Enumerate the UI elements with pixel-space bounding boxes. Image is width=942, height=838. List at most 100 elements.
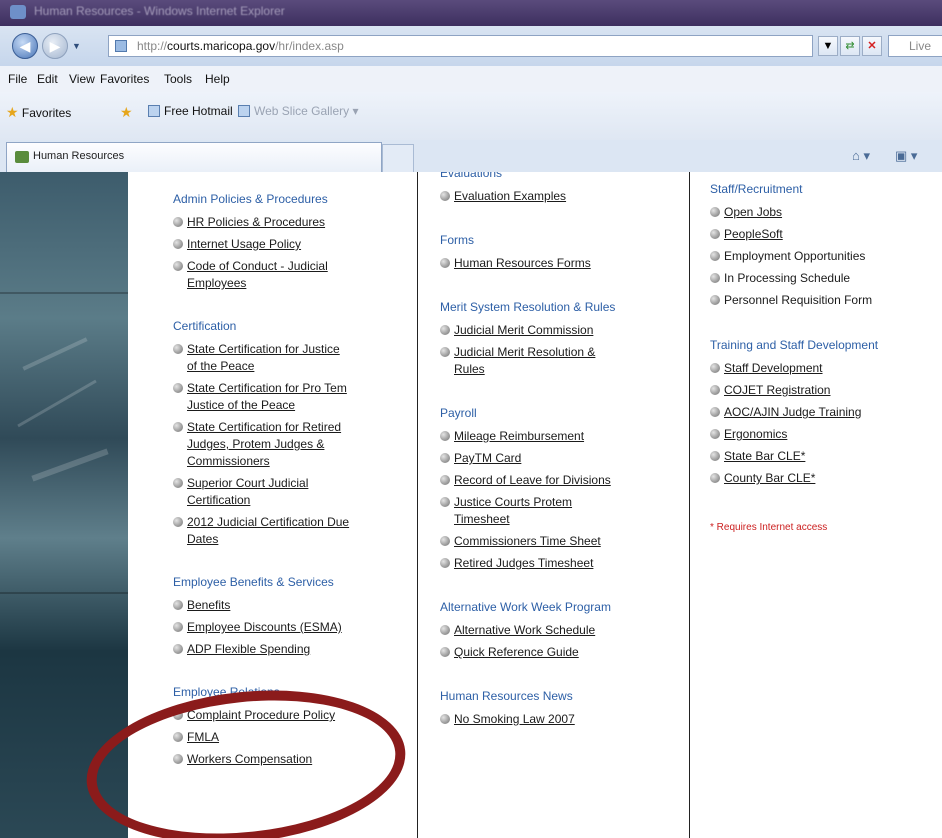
link-judicial-merit-resolution-rules[interactable]: Judicial Merit Resolution & Rules <box>440 344 595 378</box>
bullet-icon <box>710 451 720 461</box>
favorites-button[interactable]: ★ Favorites <box>6 104 71 121</box>
bullet-icon <box>710 207 720 217</box>
link-hr-policies-procedures[interactable]: HR Policies & Procedures <box>173 214 325 231</box>
section-heading-forms: Forms <box>440 233 474 247</box>
list-item-personnel-requisition-form: Personnel Requisition Form <box>710 292 872 309</box>
tab-favicon-icon <box>15 151 29 163</box>
link-2012-judicial-certification-due-dates[interactable]: 2012 Judicial Certification Due Dates <box>173 514 349 548</box>
link-judicial-merit-commission[interactable]: Judicial Merit Commission <box>440 322 593 339</box>
new-tab-button[interactable] <box>382 144 414 172</box>
menu-edit[interactable]: Edit <box>37 72 58 86</box>
link-justice-courts-protem-timesheet[interactable]: Justice Courts Protem Timesheet <box>440 494 572 528</box>
page-content: Admin Policies & Procedures HR Policies &… <box>0 172 942 838</box>
link-human-resources-forms[interactable]: Human Resources Forms <box>440 255 591 272</box>
recent-pages-dropdown-icon[interactable]: ▼ <box>72 41 81 51</box>
bullet-icon <box>710 295 720 305</box>
bullet-icon <box>440 558 450 568</box>
link-retired-judges-timesheet[interactable]: Retired Judges Timesheet <box>440 555 593 572</box>
tab-human-resources[interactable]: Human Resources <box>6 142 382 172</box>
tab-row: Human Resources ⌂ ▾ ▣ ▾ <box>0 140 942 173</box>
menu-favorites[interactable]: Favorites <box>100 72 149 86</box>
link-aoc-ajin-judge-training[interactable]: AOC/AJIN Judge Training <box>710 404 861 421</box>
window-title: Human Resources - Windows Internet Explo… <box>34 4 285 18</box>
link-paytm-card[interactable]: PayTM Card <box>440 450 521 467</box>
bullet-icon <box>440 325 450 335</box>
browser-window: Human Resources - Windows Internet Explo… <box>0 0 942 838</box>
link-internet-usage-policy[interactable]: Internet Usage Policy <box>173 236 301 253</box>
page-icon <box>148 105 160 117</box>
bullet-icon <box>173 644 183 654</box>
bullet-icon <box>440 258 450 268</box>
highlight-circle <box>79 675 413 838</box>
link-cojet-registration[interactable]: COJET Registration <box>710 382 830 399</box>
link-benefits[interactable]: Benefits <box>173 597 230 614</box>
page-icon <box>238 105 250 117</box>
link-staff-development[interactable]: Staff Development <box>710 360 823 377</box>
bullet-icon <box>173 600 183 610</box>
bullet-icon <box>173 478 183 488</box>
link-adp-flexible-spending[interactable]: ADP Flexible Spending <box>173 641 310 658</box>
feeds-icon[interactable]: ▣ ▾ <box>895 148 917 164</box>
forward-button[interactable]: ▶ <box>42 33 68 59</box>
link-superior-court-judicial-certification[interactable]: Superior Court Judicial Certification <box>173 475 308 509</box>
link-state-certification-for-retired-judges-protem-judges-commissioners[interactable]: State Certification for Retired Judges, P… <box>173 419 341 470</box>
link-state-certification-for-justice-of-the-peace[interactable]: State Certification for Justice of the Pe… <box>173 341 340 375</box>
column-divider <box>417 172 418 838</box>
favorites-star-icon: ★ <box>6 104 19 120</box>
link-alternative-work-schedule[interactable]: Alternative Work Schedule <box>440 622 595 639</box>
bullet-icon <box>440 647 450 657</box>
bullet-icon <box>710 229 720 239</box>
bullet-icon <box>440 497 450 507</box>
column-divider <box>689 172 690 838</box>
list-item-in-processing-schedule: In Processing Schedule <box>710 270 850 287</box>
url-dropdown-icon[interactable]: ▼ <box>818 36 838 56</box>
link-open-jobs[interactable]: Open Jobs <box>710 204 782 221</box>
bullet-icon <box>173 383 183 393</box>
list-item-employment-opportunities: Employment Opportunities <box>710 248 865 265</box>
url-input[interactable]: http://courts.maricopa.gov/hr/index.asp <box>108 35 813 57</box>
internet-access-note: * Requires Internet access <box>710 522 828 533</box>
bullet-icon <box>710 385 720 395</box>
section-heading-merit-system-resolution-rules: Merit System Resolution & Rules <box>440 300 616 314</box>
link-commissioners-time-sheet[interactable]: Commissioners Time Sheet <box>440 533 601 550</box>
menu-file[interactable]: File <box>8 72 27 86</box>
refresh-icon[interactable]: ⇄ <box>840 36 860 56</box>
section-heading-human-resources-news: Human Resources News <box>440 689 573 703</box>
free-hotmail-link[interactable]: Free Hotmail <box>148 104 233 118</box>
menu-help[interactable]: Help <box>205 72 230 86</box>
section-heading-evaluations: Evaluations <box>440 172 503 180</box>
menu-tools[interactable]: Tools <box>164 72 192 86</box>
link-state-bar-cle[interactable]: State Bar CLE* <box>710 448 805 465</box>
ie-logo-icon <box>10 5 26 19</box>
link-record-of-leave-for-divisions[interactable]: Record of Leave for Divisions <box>440 472 611 489</box>
bullet-icon <box>440 347 450 357</box>
bullet-icon <box>440 431 450 441</box>
home-icon[interactable]: ⌂ ▾ <box>852 148 870 164</box>
bullet-icon <box>173 261 183 271</box>
bullet-icon <box>173 217 183 227</box>
link-peoplesoft[interactable]: PeopleSoft <box>710 226 783 243</box>
link-employee-discounts-esma[interactable]: Employee Discounts (ESMA) <box>173 619 342 636</box>
link-mileage-reimbursement[interactable]: Mileage Reimbursement <box>440 428 584 445</box>
section-heading-training-and-staff-development: Training and Staff Development <box>710 338 879 352</box>
link-no-smoking-law-2007[interactable]: No Smoking Law 2007 <box>440 711 575 728</box>
bullet-icon <box>440 453 450 463</box>
link-evaluation-examples[interactable]: Evaluation Examples <box>440 188 566 205</box>
web-slice-gallery-link[interactable]: Web Slice Gallery ▾ <box>238 104 359 118</box>
link-state-certification-for-pro-tem-justice-of-the-peace[interactable]: State Certification for Pro Tem Justice o… <box>173 380 347 414</box>
link-ergonomics[interactable]: Ergonomics <box>710 426 787 443</box>
link-county-bar-cle[interactable]: County Bar CLE* <box>710 470 815 487</box>
url-text: http://courts.maricopa.gov/hr/index.asp <box>137 39 344 53</box>
add-favorite-icon[interactable]: ★ <box>120 104 133 121</box>
bullet-icon <box>173 622 183 632</box>
bullet-icon <box>710 363 720 373</box>
back-button[interactable]: ◀ <box>12 33 38 59</box>
link-code-of-conduct-judicial-employees[interactable]: Code of Conduct - Judicial Employees <box>173 258 328 292</box>
section-heading-alternative-work-week-program: Alternative Work Week Program <box>440 600 611 614</box>
menu-view[interactable]: View <box>69 72 95 86</box>
search-input[interactable]: Live <box>888 35 942 57</box>
link-quick-reference-guide[interactable]: Quick Reference Guide <box>440 644 579 661</box>
bullet-icon <box>710 407 720 417</box>
stop-icon[interactable]: ✕ <box>862 36 882 56</box>
menu-bar: File Edit View Favorites Tools Help <box>0 66 942 93</box>
